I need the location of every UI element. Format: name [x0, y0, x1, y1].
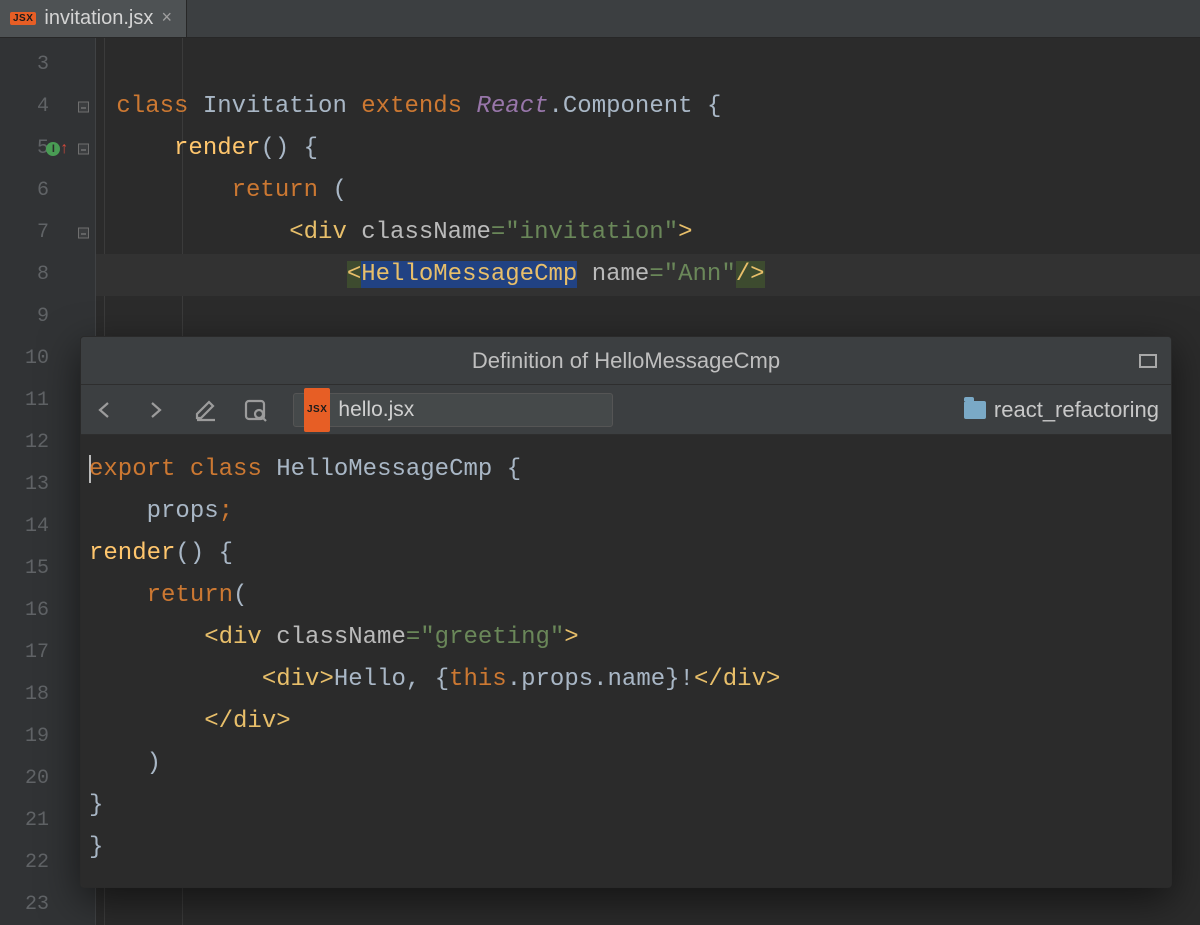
line-number: 8 — [0, 254, 95, 296]
tab-bar: JSX invitation.jsx × — [0, 0, 1200, 38]
line-number: 5 I↑ — [0, 128, 95, 170]
file-selector-label: hello.jsx — [338, 389, 414, 431]
quick-definition-popup: Definition of HelloMessageCmp JSX hello.… — [80, 336, 1172, 888]
code-line: ) — [89, 743, 1163, 785]
edit-source-icon[interactable] — [193, 398, 217, 422]
code-line: <div className="invitation"> — [96, 212, 1200, 254]
folder-name: react_refactoring — [994, 389, 1159, 431]
popup-title: Definition of HelloMessageCmp — [472, 340, 780, 382]
popup-code[interactable]: export class HelloMessageCmp { props; re… — [81, 435, 1171, 887]
jsx-file-icon: JSX — [304, 388, 330, 432]
popup-title-bar: Definition of HelloMessageCmp — [81, 337, 1171, 385]
code-line: props; — [89, 491, 1163, 533]
code-line: <div className="greeting"> — [89, 617, 1163, 659]
folder-breadcrumb[interactable]: react_refactoring — [964, 389, 1159, 431]
code-line: return( — [89, 575, 1163, 617]
line-number: 4 — [0, 86, 95, 128]
code-line: <div>Hello, {this.props.name}!</div> — [89, 659, 1163, 701]
jsx-file-icon: JSX — [10, 12, 36, 25]
code-editor[interactable]: 3 4 5 I↑ 6 7 8 9 10 11 12 13 14 15 16 17… — [0, 38, 1200, 925]
line-number: 23 — [0, 884, 95, 925]
line-number: 3 — [0, 44, 95, 86]
close-icon[interactable]: × — [161, 9, 172, 29]
back-icon[interactable] — [93, 398, 117, 422]
code-line: } — [89, 827, 1163, 869]
code-line: <HelloMessageCmp name="Ann"/> — [96, 254, 1200, 296]
fold-toggle-icon[interactable] — [78, 228, 89, 239]
code-line — [96, 296, 1200, 338]
tab-filename: invitation.jsx — [44, 7, 153, 30]
code-line: </div> — [89, 701, 1163, 743]
override-gutter-icon[interactable]: I↑ — [46, 128, 69, 170]
show-usage-icon[interactable] — [243, 398, 267, 422]
code-line: return ( — [96, 170, 1200, 212]
fold-toggle-icon[interactable] — [78, 144, 89, 155]
code-line: render() { — [96, 128, 1200, 170]
popup-toolbar: JSX hello.jsx react_refactoring — [81, 385, 1171, 435]
code-line: } — [89, 785, 1163, 827]
line-number: 7 — [0, 212, 95, 254]
forward-icon[interactable] — [143, 398, 167, 422]
fold-toggle-icon[interactable] — [78, 102, 89, 113]
code-line — [96, 44, 1200, 86]
file-selector[interactable]: JSX hello.jsx — [293, 393, 613, 427]
line-number: 6 — [0, 170, 95, 212]
code-line: export class HelloMessageCmp { — [89, 449, 1163, 491]
code-line: class Invitation extends React.Component… — [96, 86, 1200, 128]
editor-tab[interactable]: JSX invitation.jsx × — [0, 0, 187, 37]
code-line: render() { — [89, 533, 1163, 575]
line-number: 9 — [0, 296, 95, 338]
open-in-window-icon[interactable] — [1139, 354, 1157, 368]
folder-icon — [964, 401, 986, 419]
